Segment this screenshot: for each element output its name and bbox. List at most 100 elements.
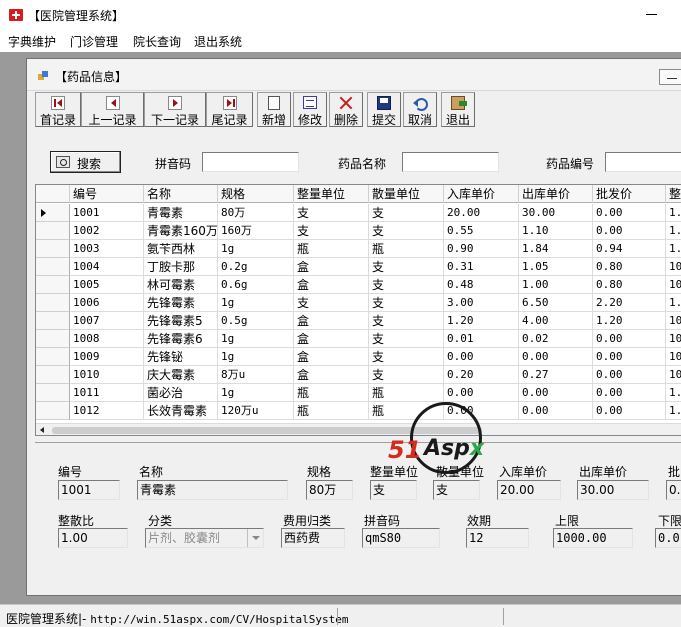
grid-cell-col-spec[interactable]: 1g xyxy=(218,330,294,348)
grid-cell-col-in-price[interactable]: 0.48 xyxy=(444,276,519,294)
grid-cell-col-ratio[interactable]: 1. xyxy=(666,222,681,240)
scroll-left-icon[interactable] xyxy=(40,427,44,433)
scrollbar-thumb[interactable] xyxy=(52,427,482,434)
grid-cell-col-code[interactable]: 1010 xyxy=(70,366,144,384)
submit-button[interactable]: 提交 xyxy=(367,92,401,127)
grid-cell-col-code[interactable]: 1003 xyxy=(70,240,144,258)
grid-cell-col-code[interactable]: 1007 xyxy=(70,312,144,330)
search-button[interactable]: 搜索 xyxy=(50,151,121,173)
table-row[interactable]: 1007 先锋霉素5 0.5g 盒支 1.20 4.00 1.20 10 xyxy=(36,312,681,330)
next-record-button[interactable]: 下一记录 xyxy=(144,92,206,127)
grid-cell-col-spec[interactable]: 80万 xyxy=(218,204,294,222)
grid-cell-col-name[interactable]: 青霉素 xyxy=(144,204,218,222)
detail-fee-type-field[interactable]: 西药费 xyxy=(281,528,345,548)
table-row[interactable]: 1003 氨苄西林 1g 瓶瓶 0.90 1.84 0.94 1. xyxy=(36,240,681,258)
grid-header-col-loose-unit[interactable]: 散量单位 xyxy=(369,185,444,203)
grid-cell-col-ratio[interactable]: 1. xyxy=(666,240,681,258)
table-row[interactable]: 1004 丁胺卡那 0.2g 盒支 0.31 1.05 0.80 10 xyxy=(36,258,681,276)
grid-cell-col-out-price[interactable]: 30.00 xyxy=(519,204,593,222)
grid-cell-col-wholesale[interactable]: 0.00 xyxy=(593,330,666,348)
grid-cell-col-loose-unit[interactable]: 瓶 xyxy=(369,384,444,402)
grid-cell-col-whole-unit[interactable]: 盒 xyxy=(294,348,369,366)
grid-cell-col-out-price[interactable]: 1.84 xyxy=(519,240,593,258)
grid-cell-col-wholesale[interactable]: 0.00 xyxy=(593,204,666,222)
row-header[interactable] xyxy=(36,366,70,384)
grid-cell-col-out-price[interactable]: 0.02 xyxy=(519,330,593,348)
detail-code-field[interactable]: 1001 xyxy=(58,480,120,500)
grid-cell-col-code[interactable]: 1004 xyxy=(70,258,144,276)
grid-cell-col-ratio[interactable]: 1. xyxy=(666,402,681,420)
horizontal-scrollbar[interactable] xyxy=(36,423,681,435)
grid-cell-col-ratio[interactable]: 1. xyxy=(666,204,681,222)
row-header[interactable] xyxy=(36,312,70,330)
grid-cell-col-code[interactable]: 1012 xyxy=(70,402,144,420)
grid-cell-col-wholesale[interactable]: 0.00 xyxy=(593,384,666,402)
grid-cell-col-wholesale[interactable]: 2.20 xyxy=(593,294,666,312)
table-row[interactable]: 1006 先锋霉素 1g 支支 3.00 6.50 2.20 1. xyxy=(36,294,681,312)
grid-cell-col-in-price[interactable]: 0.55 xyxy=(444,222,519,240)
row-header[interactable] xyxy=(36,348,70,366)
row-header[interactable] xyxy=(36,276,70,294)
grid-cell-col-out-price[interactable]: 6.50 xyxy=(519,294,593,312)
detail-lower-field[interactable]: 0.0 xyxy=(655,528,681,548)
detail-in-price-field[interactable]: 20.00 xyxy=(497,480,561,500)
grid-cell-col-name[interactable]: 菌必治 xyxy=(144,384,218,402)
grid-cell-col-wholesale[interactable]: 0.80 xyxy=(593,276,666,294)
grid-cell-col-wholesale[interactable]: 0.94 xyxy=(593,240,666,258)
grid-cell-col-loose-unit[interactable]: 支 xyxy=(369,312,444,330)
grid-cell-col-in-price[interactable]: 0.00 xyxy=(444,348,519,366)
grid-cell-col-out-price[interactable]: 0.00 xyxy=(519,402,593,420)
grid-cell-col-whole-unit[interactable]: 支 xyxy=(294,222,369,240)
grid-cell-col-ratio[interactable]: 10 xyxy=(666,366,681,384)
table-row[interactable]: 1005 林可霉素 0.6g 盒支 0.48 1.00 0.80 10 xyxy=(36,276,681,294)
grid-cell-col-name[interactable]: 氨苄西林 xyxy=(144,240,218,258)
grid-cell-col-out-price[interactable]: 0.27 xyxy=(519,366,593,384)
row-header[interactable] xyxy=(36,330,70,348)
grid-cell-col-spec[interactable]: 0.5g xyxy=(218,312,294,330)
detail-wholesale-field[interactable]: 0. xyxy=(666,480,681,500)
table-row[interactable]: 1002 青霉素160万 160万支支 0.55 1.10 0.00 1. xyxy=(36,222,681,240)
grid-cell-col-whole-unit[interactable]: 盒 xyxy=(294,276,369,294)
grid-cell-col-in-price[interactable]: 0.01 xyxy=(444,330,519,348)
grid-cell-col-wholesale[interactable]: 0.80 xyxy=(593,258,666,276)
table-row[interactable]: 1001 青霉素 80万支支 20.00 30.00 0.00 1. xyxy=(36,204,681,222)
grid-cell-col-ratio[interactable]: 10 xyxy=(666,258,681,276)
grid-cell-col-whole-unit[interactable]: 盒 xyxy=(294,312,369,330)
detail-upper-field[interactable]: 1000.00 xyxy=(553,528,633,548)
first-record-button[interactable]: 首记录 xyxy=(35,92,81,127)
grid-cell-col-whole-unit[interactable]: 支 xyxy=(294,204,369,222)
grid-cell-col-in-price[interactable]: 1.20 xyxy=(444,312,519,330)
grid-cell-col-whole-unit[interactable]: 盒 xyxy=(294,366,369,384)
grid-cell-col-spec[interactable]: 1g xyxy=(218,348,294,366)
grid-cell-col-in-price[interactable]: 0.00 xyxy=(444,402,519,420)
grid-cell-col-name[interactable]: 先锋霉素5 xyxy=(144,312,218,330)
grid-header-col-in-price[interactable]: 入库单价 xyxy=(444,185,519,203)
pinyin-search-input[interactable] xyxy=(202,152,299,172)
grid-cell-col-loose-unit[interactable]: 支 xyxy=(369,276,444,294)
grid-cell-col-ratio[interactable]: 10 xyxy=(666,330,681,348)
grid-cell-col-code[interactable]: 1006 xyxy=(70,294,144,312)
grid-cell-col-name[interactable]: 青霉素160万 xyxy=(144,222,218,240)
row-header[interactable] xyxy=(36,204,70,222)
edit-button[interactable]: 修改 xyxy=(293,92,327,127)
grid-header-col-out-price[interactable]: 出库单价 xyxy=(519,185,593,203)
grid-cell-col-whole-unit[interactable]: 瓶 xyxy=(294,402,369,420)
grid-cell-col-whole-unit[interactable]: 瓶 xyxy=(294,240,369,258)
table-row[interactable]: 1009 先锋铋 1g 盒支 0.00 0.00 0.00 10 xyxy=(36,348,681,366)
detail-validity-field[interactable]: 12 xyxy=(466,528,529,548)
grid-cell-col-wholesale[interactable]: 0.00 xyxy=(593,366,666,384)
detail-pinyin-field[interactable]: qmS80 xyxy=(362,528,440,548)
grid-cell-col-wholesale[interactable]: 1.20 xyxy=(593,312,666,330)
minimize-button[interactable] xyxy=(646,14,657,15)
grid-cell-col-code[interactable]: 1011 xyxy=(70,384,144,402)
grid-cell-col-code[interactable]: 1001 xyxy=(70,204,144,222)
grid-cell-col-name[interactable]: 庆大霉素 xyxy=(144,366,218,384)
detail-name-field[interactable]: 青霉素 xyxy=(137,480,288,500)
delete-button[interactable]: 删除 xyxy=(329,92,363,127)
grid-cell-col-in-price[interactable]: 0.90 xyxy=(444,240,519,258)
add-button[interactable]: 新增 xyxy=(257,92,291,127)
grid-cell-col-in-price[interactable]: 0.20 xyxy=(444,366,519,384)
grid-cell-col-name[interactable]: 长效青霉素 xyxy=(144,402,218,420)
menu-exit-system[interactable]: 退出系统 xyxy=(194,33,242,50)
exit-button[interactable]: 退出 xyxy=(441,92,475,127)
